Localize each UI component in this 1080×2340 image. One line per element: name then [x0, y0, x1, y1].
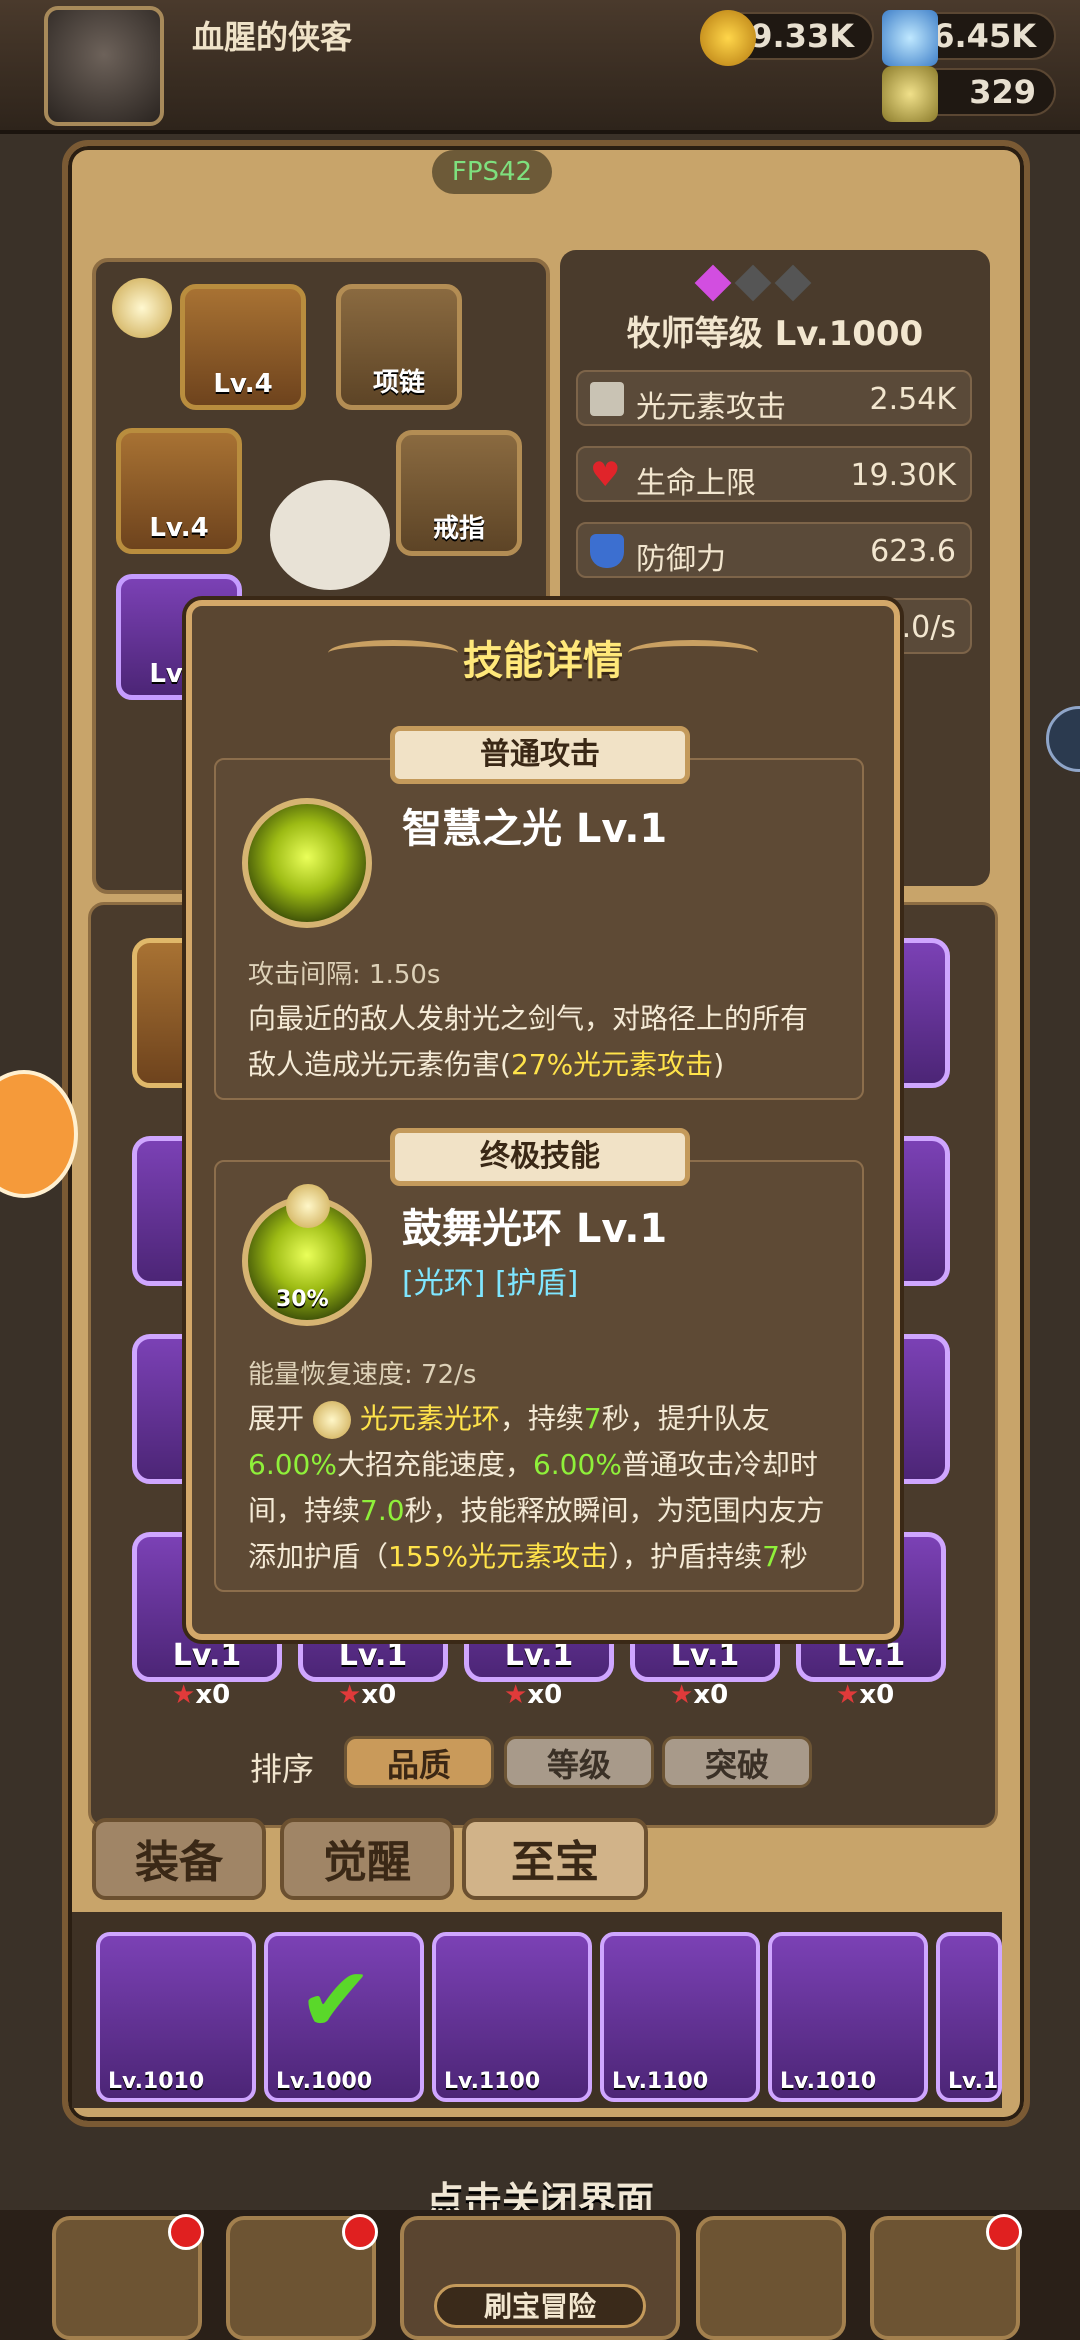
- ultimate-skill-name: 鼓舞光环 Lv.1: [402, 1206, 668, 1252]
- tab-equipment[interactable]: 装备: [92, 1818, 266, 1900]
- notification-badge: [168, 2214, 204, 2250]
- card-count: ★x0: [504, 1680, 563, 1710]
- normal-desc-line1: 向最近的敌人发射光之剑气，对路径上的所有: [248, 1002, 809, 1035]
- checkmark-icon: ✔: [298, 1948, 374, 2053]
- sort-breakthrough-button[interactable]: 突破: [662, 1736, 812, 1788]
- wisdom-light-skill-icon: [242, 798, 372, 928]
- stat-defense: 防御力 623.6: [576, 522, 972, 578]
- aura-target-icon: [286, 1184, 330, 1228]
- shield-icon: [590, 534, 624, 568]
- notification-badge: [986, 2214, 1022, 2250]
- slot-necklace[interactable]: 项链: [336, 284, 462, 410]
- tab-treasure[interactable]: 至宝: [462, 1818, 648, 1900]
- notification-badge: [342, 2214, 378, 2250]
- card-count: ★x0: [836, 1680, 895, 1710]
- attack-interval: 攻击间隔: 1.50s: [248, 960, 441, 990]
- ultimate-tag: 终极技能: [390, 1128, 690, 1186]
- energy-regen: 能量恢复速度: 72/s: [248, 1360, 477, 1390]
- heart-icon: ♥: [590, 455, 621, 495]
- ultimate-desc-line4: 添加护盾（155%光元素攻击），护盾持续7秒: [248, 1540, 808, 1573]
- dialog-title: 技能详情: [463, 638, 623, 684]
- character-portrait: [270, 480, 390, 590]
- sort-label: 排序: [250, 1750, 315, 1788]
- rank-gems-icon: [694, 262, 840, 302]
- hero-card[interactable]: Lv.1010: [96, 1932, 256, 2102]
- shop-button[interactable]: [52, 2214, 204, 2340]
- player-avatar[interactable]: [44, 6, 164, 126]
- card-count: ★x0: [670, 1680, 729, 1710]
- ultimate-desc-line3: 间，持续7.0秒，技能释放瞬间，为范围内友方: [248, 1494, 825, 1527]
- hero-card[interactable]: Lv.1100: [432, 1932, 592, 2102]
- side-timer-button[interactable]: [1046, 706, 1080, 772]
- hero-card[interactable]: Lv.1010: [768, 1932, 928, 2102]
- gem-icon: [882, 10, 938, 66]
- hero-button[interactable]: [226, 2214, 378, 2340]
- gold-counter: 299.33K: [700, 10, 874, 66]
- player-name: 血腥的侠客: [192, 18, 353, 56]
- bag-button[interactable]: [696, 2216, 846, 2340]
- hero-card-selected[interactable]: ✔ Lv.1000: [264, 1932, 424, 2102]
- class-level: 牧师等级 Lv.1000: [626, 314, 924, 354]
- potion-icon: [882, 66, 938, 122]
- stat-max-hp: ♥ 生命上限 19.30K: [576, 446, 972, 502]
- hero-card[interactable]: Lv.1: [936, 1932, 1002, 2102]
- ultimate-desc-line2: 6.00%大招充能速度，6.00%普通攻击冷却时: [248, 1448, 818, 1481]
- normal-attack-tag: 普通攻击: [390, 726, 690, 784]
- slot-helmet[interactable]: Lv.4: [116, 428, 242, 554]
- slot-ring[interactable]: 戒指: [396, 430, 522, 556]
- stat-light-attack: 光元素攻击 2.54K: [576, 370, 972, 426]
- fps-counter: FPS42: [432, 150, 552, 194]
- card-count: ★x0: [338, 1680, 397, 1710]
- treasure-adventure-label: 刷宝冒险: [434, 2284, 646, 2328]
- aura-icon: [312, 1401, 351, 1439]
- hero-card[interactable]: Lv.1100: [600, 1932, 760, 2102]
- normal-skill-name: 智慧之光 Lv.1: [402, 806, 668, 852]
- sort-level-button[interactable]: 等级: [504, 1736, 654, 1788]
- tab-awaken[interactable]: 觉醒: [280, 1818, 454, 1900]
- forge-button[interactable]: [870, 2214, 1022, 2340]
- treasure-adventure-button[interactable]: 刷宝冒险: [400, 2216, 680, 2340]
- ultimate-desc-line1: 展开 光元素光环，持续7秒，提升队友: [248, 1396, 770, 1442]
- sword-icon: [590, 382, 624, 416]
- slot-horn[interactable]: Lv.4: [180, 284, 306, 410]
- sort-quality-button[interactable]: 品质: [344, 1736, 494, 1788]
- potion-counter: 329: [882, 66, 1056, 122]
- gold-coin-icon: [700, 10, 756, 66]
- gem-counter: 6.45K: [882, 10, 1056, 66]
- skill-tags: [光环] [护盾]: [402, 1266, 579, 1301]
- sun-icon: [112, 278, 172, 338]
- card-count: ★x0: [172, 1680, 231, 1710]
- normal-desc-line2: 敌人造成光元素伤害(27%光元素攻击): [248, 1048, 725, 1081]
